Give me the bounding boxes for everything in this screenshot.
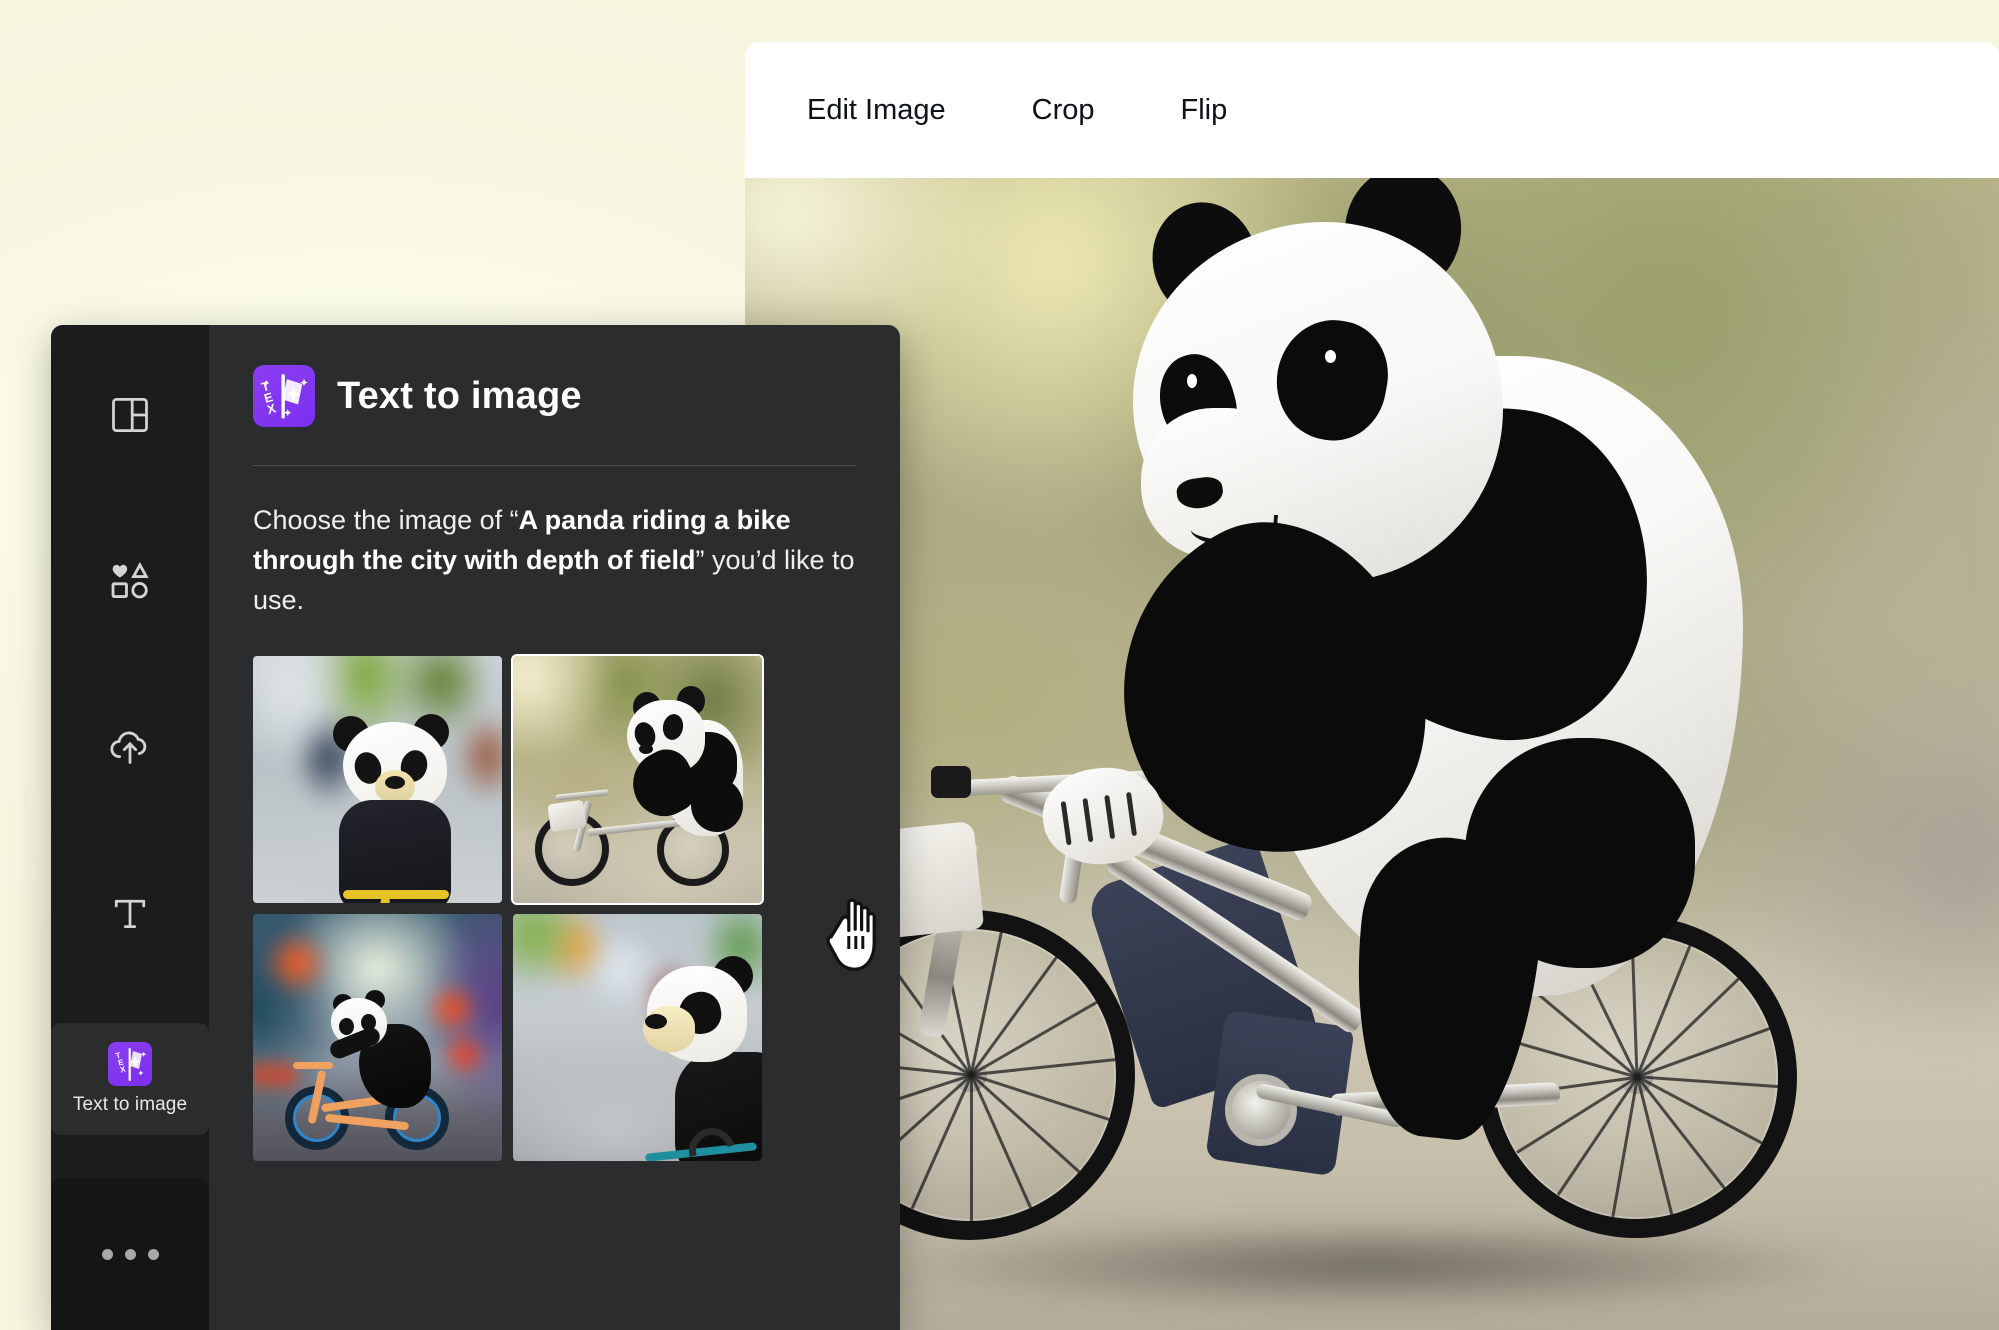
sidebar-item-uploads[interactable] — [51, 691, 209, 803]
thumb3-panda — [327, 990, 433, 1110]
text-to-image-panel: T E X Text to image T E X Text to image … — [51, 325, 900, 1330]
panel-header: T E X Text to image — [253, 365, 900, 427]
shapes-icon — [107, 558, 153, 604]
image-toolbar: Edit Image Crop Flip — [745, 42, 1999, 178]
generated-image-preview[interactable] — [745, 178, 1999, 1330]
cloud-upload-icon — [106, 723, 154, 771]
toolbar-item-flip[interactable]: Flip — [1167, 84, 1242, 137]
svg-text:X: X — [265, 401, 278, 417]
result-thumbnail-2[interactable] — [511, 654, 764, 905]
sidebar-item-templates[interactable] — [51, 359, 209, 471]
panel-content: T E X Text to image Choose the image of … — [209, 325, 900, 1330]
thumb2-panda — [619, 686, 743, 836]
toolbar-item-edit-image[interactable]: Edit Image — [793, 84, 960, 137]
page-title: Text to image — [337, 374, 582, 417]
header-divider — [253, 465, 856, 466]
results-grid — [253, 654, 768, 1161]
magic-wand-icon: T E X — [108, 1042, 152, 1086]
panda-illustration — [925, 178, 1785, 1147]
result-thumbnail-1[interactable] — [253, 656, 502, 903]
toolbar-item-crop[interactable]: Crop — [1018, 84, 1109, 137]
prompt-instruction: Choose the image of “A panda riding a bi… — [253, 500, 868, 620]
sidebar-item-text-to-image-label: Text to image — [72, 1094, 188, 1115]
text-t-icon — [108, 891, 152, 935]
result-thumbnail-3[interactable] — [253, 914, 502, 1161]
thumb4-panda — [639, 956, 762, 1161]
svg-text:X: X — [119, 1064, 127, 1074]
sidebar-item-text-to-image[interactable]: T E X Text to image — [51, 1023, 209, 1135]
sidebar-item-elements[interactable] — [51, 525, 209, 637]
layout-grid-icon — [108, 393, 152, 437]
sidebar-item-text[interactable] — [51, 857, 209, 969]
prompt-lead: Choose the image of “ — [253, 505, 519, 535]
editor-sidebar-rail: T E X Text to image — [51, 325, 209, 1330]
magic-wand-icon: T E X — [253, 365, 315, 427]
more-options-button[interactable] — [51, 1178, 209, 1330]
panda-eye-glint-right — [1325, 350, 1336, 363]
ellipsis-icon — [101, 1248, 159, 1260]
thumb1-panda — [327, 708, 459, 903]
panda-eye-glint-left — [1187, 374, 1197, 388]
result-thumbnail-4[interactable] — [513, 914, 762, 1161]
